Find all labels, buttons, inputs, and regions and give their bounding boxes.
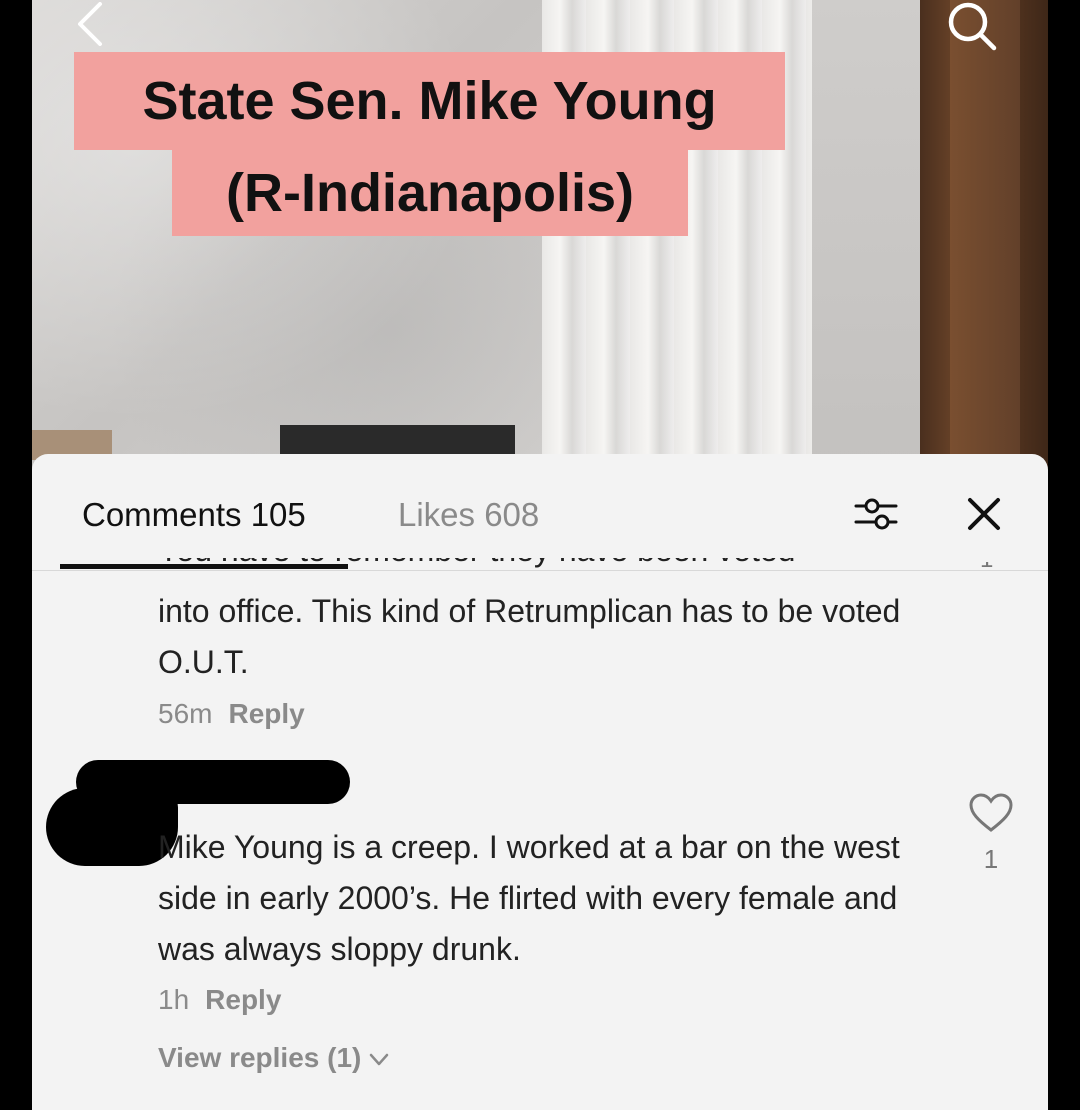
marble-wall-right [812, 0, 922, 470]
comment-text: Mike Young is a creep. I worked at a bar… [158, 829, 900, 967]
close-icon[interactable] [964, 494, 1004, 534]
comment-text: into office. This kind of Retrumplican h… [158, 593, 901, 680]
comment-text-cut-off: You have to remember they have been vote… [158, 558, 888, 572]
comment-time: 1h [158, 984, 190, 1015]
comments-tabs: Comments 105 Likes 608 [32, 454, 1048, 571]
view-replies-label: View replies (1) [158, 1042, 362, 1073]
like-count-cut-off: 1 [980, 562, 1000, 582]
wood-panel [950, 0, 1020, 470]
comment-meta: 56m Reply [158, 698, 305, 730]
tab-likes[interactable]: Likes 608 [398, 496, 539, 534]
view-replies-button[interactable]: View replies (1) [158, 1042, 389, 1074]
chevron-down-icon [370, 1053, 389, 1065]
like-count: 1 [983, 844, 999, 874]
reply-button[interactable]: Reply [228, 698, 304, 729]
comments-panel: Comments 105 Likes 608 You have to remem… [32, 454, 1048, 1110]
video-caption-line-1: State Sen. Mike Young [74, 52, 785, 150]
search-icon[interactable] [944, 2, 1000, 52]
chevron-left-icon[interactable] [70, 2, 110, 46]
tab-comments[interactable]: Comments 105 [82, 496, 306, 534]
filter-sliders-icon[interactable] [852, 494, 900, 534]
reply-button[interactable]: Reply [205, 984, 281, 1015]
video-caption-line-2: (R-Indianapolis) [172, 150, 688, 236]
heart-icon[interactable] [968, 792, 1014, 834]
comment-meta: 1h Reply [158, 984, 281, 1016]
comment-time: 56m [158, 698, 213, 729]
